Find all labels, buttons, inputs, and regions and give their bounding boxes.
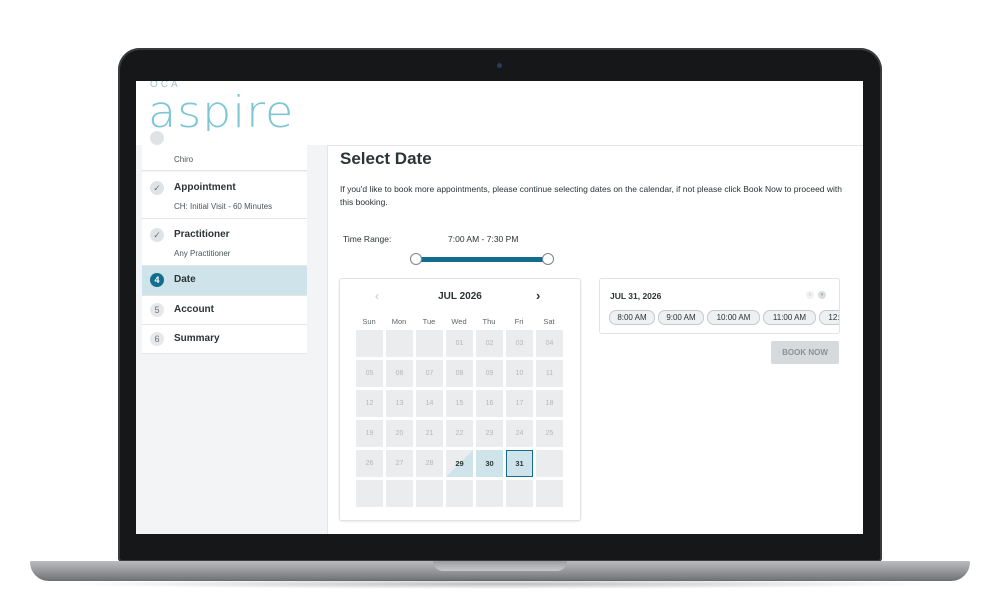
slots-date: JUL 31, 2026 [610, 291, 662, 301]
time-slot-button[interactable]: 8:00 AM [609, 310, 655, 325]
step-sub: Any Practitioner [174, 249, 231, 258]
time-range-label: Time Range: [343, 234, 392, 244]
page-title: Select Date [340, 149, 432, 168]
calendar-day-19: 19 [356, 420, 383, 447]
calendar-day-27: 27 [386, 450, 413, 477]
logo: aspire [148, 86, 295, 138]
book-now-button[interactable]: BOOK NOW [771, 341, 839, 364]
slots-prev-icon[interactable]: ‹ [806, 291, 814, 299]
calendar-day-28: 28 [416, 450, 443, 477]
calendar-day-07: 07 [416, 360, 443, 387]
calendar-day-31[interactable]: 31 [506, 450, 533, 477]
calendar-day-empty [536, 450, 563, 477]
calendar-day-18: 18 [536, 390, 563, 417]
weekday-label: Sat [543, 317, 555, 326]
camera-icon [497, 63, 502, 68]
calendar-day-02: 02 [476, 330, 503, 357]
step-title: Account [174, 304, 214, 315]
calendar-day-15: 15 [446, 390, 473, 417]
check-icon: ✓ [150, 228, 164, 242]
step-date[interactable]: 4 Date [142, 266, 307, 296]
weekday-label: Sun [362, 317, 376, 326]
weekday-label: Tue [422, 317, 436, 326]
time-range-value: 7:00 AM - 7:30 PM [448, 234, 519, 244]
step-number: 6 [150, 332, 164, 346]
check-icon [150, 131, 164, 145]
laptop-base-notch [433, 561, 567, 571]
weekday-label: Mon [391, 317, 407, 326]
calendar-day-empty [506, 480, 533, 507]
time-range-slider[interactable] [413, 257, 549, 262]
calendar: ‹ JUL 2026 › Sun Mon Tue Wed Thu Fri Sat 01 02 03… [339, 278, 581, 521]
step-sub: CH: Initial Visit - 60 Minutes [174, 202, 273, 211]
next-month-icon[interactable]: › [536, 288, 540, 303]
calendar-day-16: 16 [476, 390, 503, 417]
calendar-day-empty [386, 480, 413, 507]
step-title: Appointment [174, 182, 236, 193]
step-summary[interactable]: 6 Summary [142, 325, 307, 354]
calendar-day-11: 11 [536, 360, 563, 387]
instructions: If you'd like to book more appointments,… [340, 184, 843, 207]
calendar-day-empty [446, 480, 473, 507]
calendar-day-25: 25 [536, 420, 563, 447]
slider-start-handle[interactable] [410, 253, 422, 265]
calendar-day-10: 10 [506, 360, 533, 387]
calendar-day-04: 04 [536, 330, 563, 357]
calendar-day-20: 20 [386, 420, 413, 447]
app-screen: OCA aspire Chiro ✓ Appointment CH: Initi… [136, 81, 863, 534]
calendar-day-empty [536, 480, 563, 507]
calendar-day-01: 01 [446, 330, 473, 357]
step-number: 5 [150, 303, 164, 317]
check-icon: ✓ [150, 181, 164, 195]
calendar-day-empty [416, 330, 443, 357]
calendar-day-05: 05 [356, 360, 383, 387]
calendar-day-21: 21 [416, 420, 443, 447]
time-slot-button[interactable]: 9:00 AM [658, 310, 704, 325]
step-account[interactable]: 5 Account [142, 296, 307, 325]
calendar-day-08: 08 [446, 360, 473, 387]
calendar-day-empty [416, 480, 443, 507]
step-title: Date [174, 274, 196, 285]
time-slot-button[interactable]: 12:00 PM [819, 310, 839, 325]
weekday-label: Thu [482, 317, 496, 326]
step-title: Practitioner [174, 229, 230, 240]
calendar-day-empty [476, 480, 503, 507]
calendar-day-17: 17 [506, 390, 533, 417]
calendar-day-24: 24 [506, 420, 533, 447]
calendar-day-empty [356, 480, 383, 507]
calendar-day-empty [386, 330, 413, 357]
time-slot-button[interactable]: 11:00 AM [763, 310, 816, 325]
laptop-shadow [60, 579, 940, 589]
step-practitioner[interactable]: ✓ Practitioner Any Practitioner [142, 219, 307, 266]
calendar-day-30[interactable]: 30 [476, 450, 503, 477]
calendar-day-13: 13 [386, 390, 413, 417]
slider-end-handle[interactable] [542, 253, 554, 265]
calendar-day-06: 06 [386, 360, 413, 387]
step-appointment[interactable]: ✓ Appointment CH: Initial Visit - 60 Min… [142, 172, 307, 219]
time-slot-button[interactable]: 10:00 AM [707, 310, 760, 325]
calendar-day-23: 23 [476, 420, 503, 447]
step-sub: Chiro [174, 155, 194, 164]
steps-sidebar: Chiro ✓ Appointment CH: Initial Visit - … [136, 131, 328, 534]
weekday-label: Fri [514, 317, 524, 326]
calendar-day-29[interactable]: 29 [446, 450, 473, 477]
step-number: 4 [150, 273, 164, 287]
calendar-day-22: 22 [446, 420, 473, 447]
calendar-day-12: 12 [356, 390, 383, 417]
calendar-day-03: 03 [506, 330, 533, 357]
step-service[interactable]: Chiro [142, 131, 307, 171]
calendar-day-empty [356, 330, 383, 357]
calendar-month: JUL 2026 [438, 291, 482, 302]
calendar-day-09: 09 [476, 360, 503, 387]
step-title: Summary [174, 333, 220, 344]
slots-next-icon[interactable]: › [818, 291, 826, 299]
main-content: Select Date If you'd like to book more a… [328, 145, 863, 534]
time-slots-panel: JUL 31, 2026 ‹ › 8:00 AM 9:00 AM 10:00 AM 1… [599, 278, 840, 334]
weekday-label: Wed [451, 317, 467, 326]
calendar-day-14: 14 [416, 390, 443, 417]
calendar-day-26: 26 [356, 450, 383, 477]
